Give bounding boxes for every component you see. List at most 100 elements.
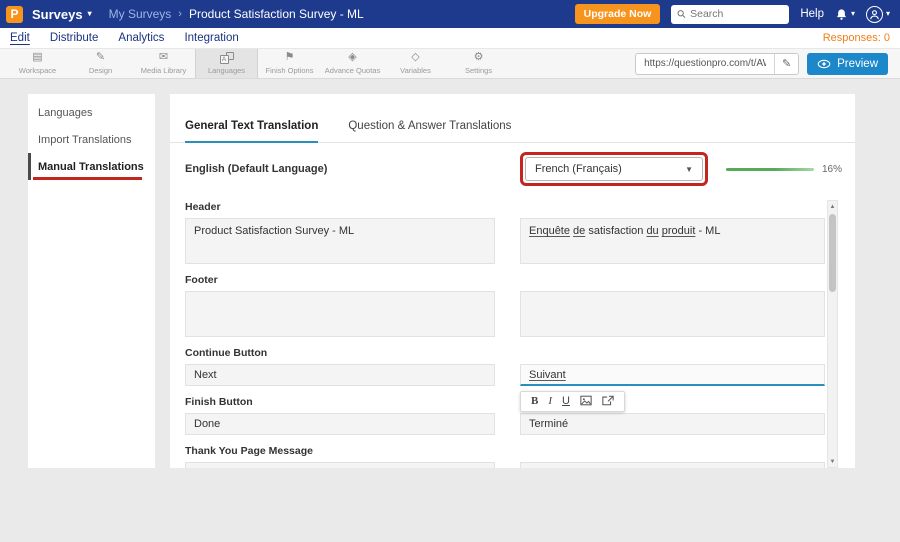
scroll-up-arrow[interactable]: ▲ xyxy=(828,201,837,212)
annotation-underline xyxy=(33,177,142,180)
finish-target-input[interactable]: Terminé xyxy=(520,413,825,435)
scroll-down-arrow[interactable]: ▼ xyxy=(828,456,837,467)
vertical-scrollbar[interactable]: ▲ ▼ xyxy=(827,200,838,468)
toolbar-item-media-library[interactable]: ✉ Media Library xyxy=(132,49,195,78)
translation-tabs: General Text Translation Question & Answ… xyxy=(170,94,855,143)
topbar: P Surveys ▾ My Surveys › Product Satisfa… xyxy=(0,0,900,28)
tab-general-text-translation[interactable]: General Text Translation xyxy=(185,120,318,143)
field-row-thank-you: Thank You Page Message xyxy=(185,445,855,468)
target-language-value: French (Français) xyxy=(535,163,622,175)
insert-image-button[interactable] xyxy=(580,395,592,409)
avatar xyxy=(866,6,883,23)
toolbar-item-label: Variables xyxy=(400,66,431,75)
italic-button[interactable]: I xyxy=(548,396,552,407)
finish-source-input[interactable]: Done xyxy=(185,413,495,435)
toolbar-item-advance-quotas[interactable]: ◈ Advance Quotas xyxy=(321,49,384,78)
sidebar-item-manual-translations[interactable]: Manual Translations xyxy=(28,153,155,180)
image-icon xyxy=(580,395,592,406)
toolbar-item-settings[interactable]: ⚙ Settings xyxy=(447,49,510,78)
sidebar-item-languages[interactable]: Languages xyxy=(28,99,155,126)
breadcrumb-my-surveys[interactable]: My Surveys xyxy=(109,7,172,21)
field-row-continue-button: Continue Button Next Suivant B I U xyxy=(185,347,855,386)
chevron-down-icon: ▾ xyxy=(851,10,855,18)
advance-quotas-icon: ◈ xyxy=(348,52,356,64)
toolbar-item-workspace[interactable]: ▤ Workspace xyxy=(6,49,69,78)
field-label: Thank You Page Message xyxy=(185,445,855,458)
toolbar-item-label: Design xyxy=(89,66,112,75)
thank-you-source-textarea[interactable] xyxy=(185,462,495,468)
continue-target-input[interactable]: Suivant xyxy=(520,364,825,386)
menubar: Edit Distribute Analytics Integration Re… xyxy=(0,28,900,48)
help-link[interactable]: Help xyxy=(800,8,824,20)
upgrade-now-button[interactable]: Upgrade Now xyxy=(575,4,661,24)
menu-distribute[interactable]: Distribute xyxy=(50,32,99,44)
design-icon: ✎ xyxy=(96,52,105,64)
account-menu[interactable]: ▾ xyxy=(866,6,890,23)
open-link-button[interactable] xyxy=(602,395,614,409)
annotation-box: French (Français) ▼ xyxy=(520,152,708,186)
edit-url-button[interactable]: ✎ xyxy=(774,53,798,75)
header-source-textarea[interactable]: Product Satisfaction Survey - ML xyxy=(185,218,495,264)
survey-title: Product Satisfaction Survey - ML xyxy=(189,7,364,21)
external-link-icon xyxy=(602,395,614,406)
content-area: Languages Import Translations Manual Tra… xyxy=(0,79,900,542)
chevron-down-icon: ▾ xyxy=(886,10,890,18)
questionpro-logo[interactable]: P xyxy=(6,6,23,23)
breadcrumb-separator: › xyxy=(178,8,182,20)
language-selector-row: English (Default Language) French (Franç… xyxy=(170,143,855,195)
eye-icon xyxy=(817,59,831,69)
menu-edit[interactable]: Edit xyxy=(10,32,30,44)
scrollbar-thumb[interactable] xyxy=(829,214,836,292)
toolbar-item-label: Settings xyxy=(465,66,492,75)
field-row-footer: Footer xyxy=(185,274,855,337)
toolbar-item-design[interactable]: ✎ Design xyxy=(69,49,132,78)
menu-integration[interactable]: Integration xyxy=(184,32,238,44)
search-input[interactable] xyxy=(690,8,783,20)
preview-label: Preview xyxy=(837,58,878,70)
translation-fields: Header Product Satisfaction Survey - ML … xyxy=(170,195,855,468)
field-row-header: Header Product Satisfaction Survey - ML … xyxy=(185,201,855,264)
header-target-textarea[interactable]: Enquête de satisfaction du produit - ML xyxy=(520,218,825,264)
target-language-select[interactable]: French (Français) ▼ xyxy=(525,157,703,181)
responses-count[interactable]: Responses: 0 xyxy=(823,32,890,44)
topbar-right: Upgrade Now Help ▾ ▾ xyxy=(575,4,890,24)
toolbar-item-finish-options[interactable]: ⚑ Finish Options xyxy=(258,49,321,78)
survey-toolbar: ▤ Workspace ✎ Design ✉ Media Library A L… xyxy=(0,48,900,79)
workspace-icon: ▤ xyxy=(32,52,42,64)
variables-icon: ◇ xyxy=(411,52,419,64)
bold-button[interactable]: B xyxy=(531,396,538,407)
user-icon xyxy=(869,9,880,20)
menu-analytics[interactable]: Analytics xyxy=(118,32,164,44)
product-menu[interactable]: Surveys ▾ xyxy=(32,7,92,22)
languages-icon: A xyxy=(220,52,234,64)
thank-you-target-textarea[interactable] xyxy=(520,462,825,468)
search-box[interactable] xyxy=(671,5,789,24)
sidebar-item-import-translations[interactable]: Import Translations xyxy=(28,126,155,153)
format-toolbar: B I U xyxy=(520,391,625,412)
survey-url-input[interactable] xyxy=(636,58,774,69)
underline-button[interactable]: U xyxy=(562,396,570,407)
translations-sidebar: Languages Import Translations Manual Tra… xyxy=(28,94,155,468)
breadcrumb: My Surveys › Product Satisfaction Survey… xyxy=(109,7,364,21)
toolbar-item-languages[interactable]: A Languages xyxy=(195,49,258,78)
notifications-menu[interactable]: ▾ xyxy=(835,8,855,21)
app-window: P Surveys ▾ My Surveys › Product Satisfa… xyxy=(0,0,900,542)
toolbar-item-label: Media Library xyxy=(141,66,186,75)
footer-target-textarea[interactable] xyxy=(520,291,825,337)
tab-question-answer-translations[interactable]: Question & Answer Translations xyxy=(348,120,511,142)
toolbar-item-label: Advance Quotas xyxy=(325,66,380,75)
toolbar-item-variables[interactable]: ◇ Variables xyxy=(384,49,447,78)
product-label: Surveys xyxy=(32,7,83,22)
source-language-label: English (Default Language) xyxy=(185,163,520,175)
footer-source-textarea[interactable] xyxy=(185,291,495,337)
pencil-icon: ✎ xyxy=(782,57,791,70)
field-label: Header xyxy=(185,201,855,214)
preview-button[interactable]: Preview xyxy=(807,53,888,75)
continue-source-input[interactable]: Next xyxy=(185,364,495,386)
chevron-down-icon: ▾ xyxy=(88,10,92,18)
chevron-down-icon: ▼ xyxy=(685,165,693,174)
survey-url-group: ✎ xyxy=(635,53,799,75)
settings-icon: ⚙ xyxy=(474,52,484,64)
bell-icon xyxy=(835,8,848,21)
finish-options-icon: ⚑ xyxy=(285,52,295,64)
